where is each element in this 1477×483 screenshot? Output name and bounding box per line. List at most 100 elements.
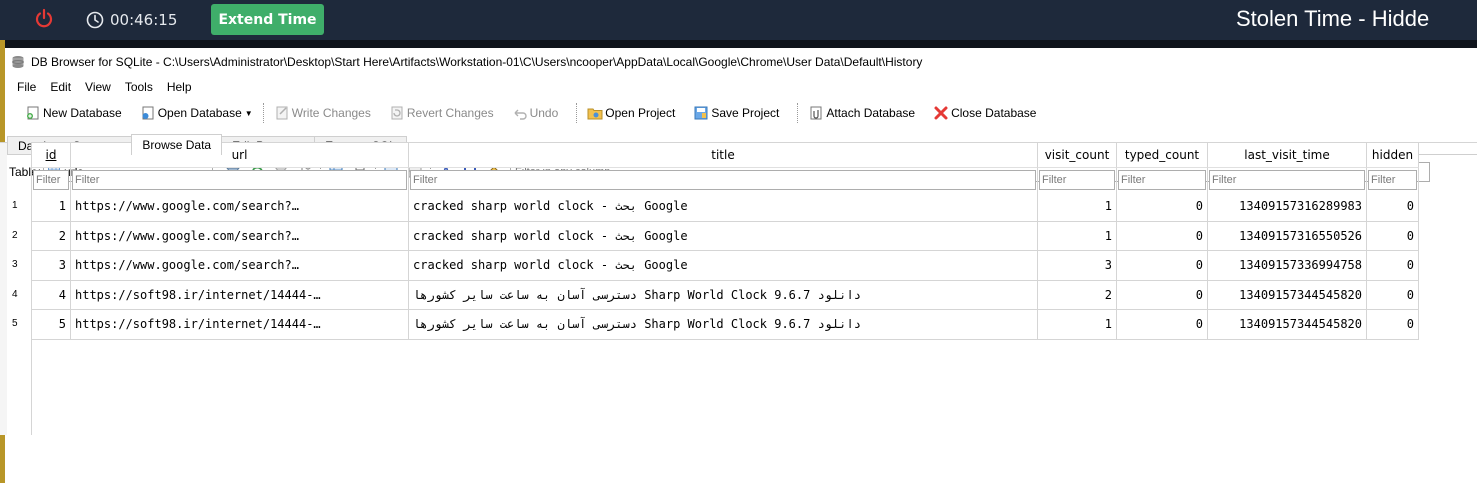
database-app-icon — [12, 56, 24, 68]
open-project-icon — [587, 105, 603, 121]
revert-changes-button[interactable]: Revert Changes — [385, 102, 498, 124]
column-header-visit-count[interactable]: visit_count — [1038, 143, 1117, 168]
table-row[interactable]: 4 https://soft98.ir/internet/14444-… دان… — [32, 280, 1419, 310]
cell-hidden[interactable]: 0 — [1367, 221, 1419, 251]
cell-typed-count[interactable]: 0 — [1117, 192, 1208, 222]
main-toolbar: New Database Open Database ▼ Write Chang… — [7, 100, 1477, 126]
cell-title-text: cracked sharp world clock - بحث Google — [413, 258, 688, 273]
cell-title[interactable]: cracked sharp world clock - بحث Google — [409, 221, 1038, 251]
desktop-edge — [0, 40, 1477, 48]
cell-last-visit-time[interactable]: 13409157344545820 — [1208, 310, 1367, 340]
cell-hidden[interactable]: 0 — [1367, 280, 1419, 310]
cell-id[interactable]: 2 — [32, 221, 71, 251]
cell-url[interactable]: https://www.google.com/search?… — [71, 251, 409, 281]
tab-browse-data[interactable]: Browse Data — [131, 134, 223, 155]
table-row[interactable]: 2 https://www.google.com/search?… cracke… — [32, 221, 1419, 251]
toolbar-separator — [797, 103, 799, 123]
menu-view[interactable]: View — [85, 80, 111, 94]
menu-bar: File Edit View Tools Help — [7, 78, 196, 96]
data-grid: id url title visit_count typed_count las… — [31, 142, 1477, 435]
open-database-button[interactable]: Open Database ▼ — [136, 102, 257, 124]
save-project-icon — [693, 105, 709, 121]
cell-id[interactable]: 3 — [32, 251, 71, 281]
filter-typed-count[interactable] — [1118, 170, 1206, 190]
column-header-title[interactable]: title — [409, 143, 1038, 168]
menu-help[interactable]: Help — [167, 80, 192, 94]
open-database-label: Open Database — [157, 106, 242, 120]
cell-title-text: cracked sharp world clock - بحث Google — [413, 199, 688, 214]
column-header-url[interactable]: url — [71, 143, 409, 168]
cell-last-visit-time[interactable]: 13409157316550526 — [1208, 221, 1367, 251]
filter-visit-count[interactable] — [1039, 170, 1115, 190]
save-project-button[interactable]: Save Project — [689, 102, 783, 124]
attach-database-button[interactable]: Attach Database — [804, 102, 919, 124]
cell-url[interactable]: https://www.google.com/search?… — [71, 192, 409, 222]
cell-typed-count[interactable]: 0 — [1117, 221, 1208, 251]
filter-title[interactable] — [410, 170, 1036, 190]
cell-title[interactable]: cracked sharp world clock - بحث Google — [409, 251, 1038, 281]
cell-last-visit-time[interactable]: 13409157316289983 — [1208, 192, 1367, 222]
cell-typed-count[interactable]: 0 — [1117, 280, 1208, 310]
cell-hidden[interactable]: 0 — [1367, 310, 1419, 340]
close-database-label: Close Database — [951, 106, 1037, 120]
cell-last-visit-time[interactable]: 13409157336994758 — [1208, 251, 1367, 281]
timer-text: 00:46:15 — [110, 11, 178, 29]
toolbar-separator — [262, 103, 264, 123]
new-database-button[interactable]: New Database — [21, 102, 126, 124]
grid-header: id url title visit_count typed_count las… — [32, 143, 1419, 168]
undo-icon — [512, 105, 528, 121]
undo-button[interactable]: Undo — [508, 102, 563, 124]
filter-hidden[interactable] — [1368, 170, 1417, 190]
cell-last-visit-time[interactable]: 13409157344545820 — [1208, 280, 1367, 310]
menu-file[interactable]: File — [17, 80, 36, 94]
row-header-column — [0, 142, 7, 435]
grid-rows: 1 https://www.google.com/search?… cracke… — [32, 192, 1419, 340]
power-icon[interactable] — [34, 8, 54, 30]
session-timer: 00:46:15 — [86, 9, 177, 31]
filter-id[interactable] — [33, 170, 69, 190]
cell-typed-count[interactable]: 0 — [1117, 310, 1208, 340]
window-title-bar: DB Browser for SQLite - C:\Users\Adminis… — [7, 54, 922, 70]
open-database-icon — [140, 105, 156, 121]
cell-url[interactable]: https://soft98.ir/internet/14444-… — [71, 310, 409, 340]
cell-visit-count[interactable]: 2 — [1038, 280, 1117, 310]
column-header-id[interactable]: id — [32, 143, 71, 168]
cell-title[interactable]: دانلود Sharp World Clock 9.6.7 دسترسی آس… — [409, 280, 1038, 310]
table-row[interactable]: 1 https://www.google.com/search?… cracke… — [32, 192, 1419, 222]
open-project-button[interactable]: Open Project — [583, 102, 679, 124]
cell-visit-count[interactable]: 1 — [1038, 192, 1117, 222]
attach-database-icon — [808, 105, 824, 121]
cell-title[interactable]: دانلود Sharp World Clock 9.6.7 دسترسی آس… — [409, 310, 1038, 340]
table-row[interactable]: 5 https://soft98.ir/internet/14444-… دان… — [32, 310, 1419, 340]
filter-last-visit-time[interactable] — [1209, 170, 1365, 190]
cell-title-text: دانلود Sharp World Clock 9.6.7 دسترسی آس… — [413, 287, 861, 302]
cell-visit-count[interactable]: 1 — [1038, 221, 1117, 251]
column-header-hidden[interactable]: hidden — [1367, 143, 1419, 168]
cell-visit-count[interactable]: 3 — [1038, 251, 1117, 281]
revert-changes-icon — [389, 105, 405, 121]
cell-typed-count[interactable]: 0 — [1117, 251, 1208, 281]
cell-id[interactable]: 4 — [32, 280, 71, 310]
column-header-typed-count[interactable]: typed_count — [1117, 143, 1208, 168]
cell-title-text: دانلود Sharp World Clock 9.6.7 دسترسی آس… — [413, 317, 861, 332]
cell-hidden[interactable]: 0 — [1367, 192, 1419, 222]
cell-url[interactable]: https://soft98.ir/internet/14444-… — [71, 280, 409, 310]
attach-database-label: Attach Database — [826, 106, 916, 120]
filter-url[interactable] — [72, 170, 407, 190]
cell-title[interactable]: cracked sharp world clock - بحث Google — [409, 192, 1038, 222]
cell-id[interactable]: 5 — [32, 310, 71, 340]
cell-hidden[interactable]: 0 — [1367, 251, 1419, 281]
cell-url[interactable]: https://www.google.com/search?… — [71, 221, 409, 251]
cell-id[interactable]: 1 — [32, 192, 71, 222]
write-changes-button[interactable]: Write Changes — [270, 102, 375, 124]
screen: 00:46:15 Extend Time Stolen Time - Hidde… — [0, 0, 1477, 483]
menu-tools[interactable]: Tools — [125, 80, 153, 94]
table-row[interactable]: 3 https://www.google.com/search?… cracke… — [32, 251, 1419, 281]
extend-time-button[interactable]: Extend Time — [211, 4, 324, 35]
menu-edit[interactable]: Edit — [50, 80, 71, 94]
cell-visit-count[interactable]: 1 — [1038, 310, 1117, 340]
close-database-button[interactable]: Close Database — [929, 102, 1040, 124]
column-header-last-visit-time[interactable]: last_visit_time — [1208, 143, 1367, 168]
filter-row — [32, 168, 1419, 192]
chevron-down-icon[interactable]: ▼ — [245, 109, 253, 118]
